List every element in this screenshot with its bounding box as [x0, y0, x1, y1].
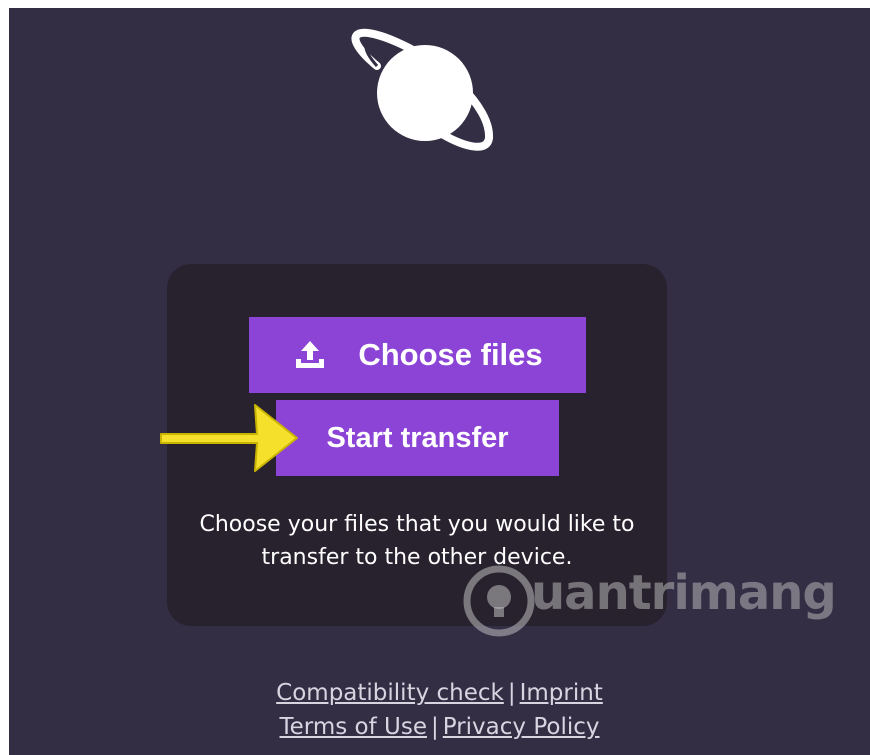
start-transfer-button[interactable]: Start transfer: [276, 400, 559, 476]
start-transfer-label: Start transfer: [326, 421, 509, 454]
footer-separator: |: [431, 714, 439, 740]
planet-icon: [351, 28, 493, 151]
compatibility-check-link[interactable]: Compatibility check: [276, 680, 504, 706]
instruction-text: Choose your files that you would like to…: [199, 512, 635, 570]
upload-icon: [296, 341, 325, 368]
imprint-link[interactable]: Imprint: [520, 680, 603, 706]
arrow-right-icon: [160, 404, 298, 472]
choose-files-button[interactable]: Choose files: [249, 317, 586, 393]
app-frame: Choose files Start transfer Choose your …: [9, 8, 870, 755]
privacy-policy-link[interactable]: Privacy Policy: [443, 714, 600, 740]
footer-separator: |: [507, 680, 516, 706]
footer-links: Compatibility check | Imprint Terms of Use…: [9, 676, 870, 744]
choose-files-label: Choose files: [358, 337, 543, 372]
terms-of-use-link[interactable]: Terms of Use: [280, 714, 428, 740]
